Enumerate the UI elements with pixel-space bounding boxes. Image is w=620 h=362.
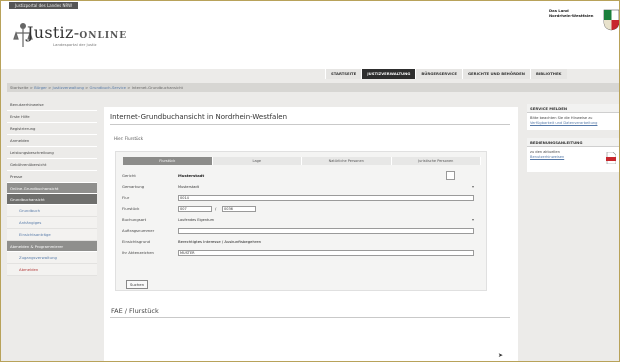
manual-box-link[interactable]: Benutzerhinweisen bbox=[530, 155, 564, 159]
state-name: Das Land Nordrhein-Westfalen bbox=[549, 8, 605, 18]
logo-subtitle: Landesportal der Justiz bbox=[53, 42, 97, 47]
pdf-icon[interactable] bbox=[606, 152, 616, 164]
breadcrumb-item-3[interactable]: Grundbuch-Service bbox=[90, 85, 126, 90]
flurstueck-label: Flurstück bbox=[122, 206, 140, 211]
aktenzeichen-label: Ihr Aktenzeichen bbox=[122, 250, 154, 255]
search-form: Flurstück Lage Natürliche Personen Juris… bbox=[115, 151, 487, 291]
zweck-label: Einsichtsgrund bbox=[122, 239, 151, 244]
nav-justizverwaltung[interactable]: JUSTIZVERWALTUNG bbox=[361, 69, 416, 79]
service-box-link[interactable]: Verfügbarkeit und Datenverarbeitung bbox=[530, 121, 597, 125]
service-box-text: Bitte beachten Sie die Hinweise zu Verfü… bbox=[527, 113, 619, 126]
buchungsart-select[interactable]: Laufendes Eigentum ▾ bbox=[178, 217, 474, 223]
breadcrumb-item-1[interactable]: Bürger bbox=[34, 85, 47, 90]
row-flurstueck: Flurstück 007 / 0036 bbox=[122, 205, 482, 213]
row-auftrag: Auftragsnummer bbox=[122, 227, 482, 235]
result-section-title: FAE / Flurstück bbox=[111, 307, 159, 315]
buchungsart-value: Laufendes Eigentum bbox=[178, 218, 215, 222]
flur-input[interactable]: 0014 bbox=[178, 195, 474, 201]
nrw-crest-icon bbox=[603, 9, 619, 31]
sidebar-group-online[interactable]: Online-Grundbuchansicht bbox=[7, 183, 97, 194]
sidebar-sub-abmelden[interactable]: Abmelden bbox=[7, 264, 97, 276]
sidebar-group-abmelden[interactable]: Abmelden & Programmierer bbox=[7, 241, 97, 252]
sidebar-item-gebuehren[interactable]: Gebührenübersicht bbox=[7, 159, 97, 171]
justiz-online-logo[interactable]: Justiz-ONLINE Landesportal der Justiz bbox=[13, 19, 133, 59]
row-zweck: Einsichtsgrund Berechtigtes Interesse / … bbox=[122, 238, 482, 246]
auftrag-label: Auftragsnummer bbox=[122, 228, 155, 233]
sidebar-item-erste-hilfe[interactable]: Erste Hilfe bbox=[7, 111, 97, 123]
portal-label[interactable]: Justizportal des Landes NRW bbox=[9, 2, 79, 9]
sidebar-item-leistungsbeschreibung[interactable]: Leistungsbeschreibung bbox=[7, 147, 97, 159]
main-content: Internet-Grundbuchansicht in Nordrhein-W… bbox=[104, 107, 518, 361]
manual-box-title: BEDIENUNGSANLEITUNG bbox=[527, 138, 619, 147]
right-column: SERVICE MELDEN Bitte beachten Sie die Hi… bbox=[527, 104, 619, 180]
gemarkung-label: Gemarkung bbox=[122, 184, 145, 189]
sidebar-item-presse[interactable]: Presse bbox=[7, 171, 97, 183]
sidebar-item-anmelden[interactable]: Anmelden bbox=[7, 135, 97, 147]
gericht-lookup-button[interactable] bbox=[446, 171, 455, 180]
sidebar-item-benutzerhinweise[interactable]: Benutzerhinweise bbox=[7, 99, 97, 111]
search-tabs: Flurstück Lage Natürliche Personen Juris… bbox=[123, 157, 481, 165]
flur-label: Flur bbox=[122, 195, 130, 200]
result-divider bbox=[110, 317, 510, 318]
row-gemarkung: Gemarkung Musterstadt ▾ bbox=[122, 183, 482, 191]
browser-frame: Justizportal des Landes NRW Justiz-ONLIN… bbox=[0, 0, 620, 362]
logo-main: Justiz- bbox=[27, 23, 80, 42]
row-buchungsart: Buchungsart Laufendes Eigentum ▾ bbox=[122, 216, 482, 224]
tab-lage[interactable]: Lage bbox=[212, 157, 302, 165]
manual-box-body: zu den aktuellen bbox=[530, 150, 560, 154]
gericht-value: Musterstadt bbox=[178, 173, 205, 178]
zweck-value: Berechtigtes Interesse / Auskunftsbegehr… bbox=[178, 239, 262, 244]
tab-juristische-personen[interactable]: Juristische Personen bbox=[391, 157, 481, 165]
breadcrumb-item-2[interactable]: Justizverwaltung bbox=[53, 85, 84, 90]
gericht-label: Gericht bbox=[122, 173, 136, 178]
service-box-title: SERVICE MELDEN bbox=[527, 104, 619, 113]
breadcrumb-prefix[interactable]: Startseite bbox=[10, 85, 28, 90]
auftrag-input[interactable] bbox=[178, 228, 474, 234]
chevron-down-icon: ▾ bbox=[471, 184, 474, 189]
main-navigation: STARTSEITE JUSTIZVERWALTUNG BÜRGERSERVIC… bbox=[325, 69, 567, 79]
manual-box: BEDIENUNGSANLEITUNG zu den aktuellen Ben… bbox=[527, 138, 619, 172]
gemarkung-select[interactable]: Musterstadt ▾ bbox=[178, 184, 474, 190]
row-gericht: Gericht Musterstadt bbox=[122, 172, 482, 180]
nav-bibliothek[interactable]: BIBLIOTHEK bbox=[529, 69, 567, 79]
chevron-down-icon: ▾ bbox=[471, 217, 474, 222]
flurstueck-von-input[interactable]: 007 bbox=[178, 206, 212, 212]
sidebar-sub-zugangsverwaltung[interactable]: Zugangsverwaltung bbox=[7, 252, 97, 264]
flurstueck-bis-input[interactable]: 0036 bbox=[222, 206, 256, 212]
sidebar-sub-anhaengiges[interactable]: Anhängiges bbox=[7, 217, 97, 229]
nav-startseite[interactable]: STARTSEITE bbox=[325, 69, 362, 79]
page-title: Internet-Grundbuchansicht in Nordrhein-W… bbox=[110, 113, 288, 121]
sidebar-sub-grundbuch[interactable]: Grundbuch bbox=[7, 205, 97, 217]
sidebar-group-grundbuchansicht[interactable]: Grundbuchansicht bbox=[7, 194, 97, 205]
flurstueck-separator: / bbox=[215, 206, 217, 211]
breadcrumb-item-current: Internet-Grundbuchansicht bbox=[131, 85, 183, 90]
site-header: Justizportal des Landes NRW Justiz-ONLIN… bbox=[1, 1, 619, 69]
tab-flurstueck[interactable]: Flurstück bbox=[123, 157, 213, 165]
title-divider bbox=[110, 124, 510, 125]
sidebar-item-registrierung[interactable]: Registrierung bbox=[7, 123, 97, 135]
page-subtitle: Hier: Flurstück bbox=[114, 136, 144, 141]
logo-accent: ONLINE bbox=[79, 31, 128, 41]
service-box: SERVICE MELDEN Bitte beachten Sie die Hi… bbox=[527, 104, 619, 130]
buchungsart-label: Buchungsart bbox=[122, 217, 147, 222]
nav-buergerservice[interactable]: BÜRGERSERVICE bbox=[415, 69, 462, 79]
gemarkung-value: Musterstadt bbox=[178, 185, 199, 189]
state-line-2: Nordrhein-Westfalen bbox=[549, 13, 594, 18]
breadcrumb: Startseite > Bürger > Justizverwaltung >… bbox=[7, 83, 619, 92]
cursor-icon: ➤ bbox=[498, 352, 504, 359]
aktenzeichen-input[interactable]: MUSTER bbox=[178, 250, 474, 256]
sidebar-sub-einsichtsantraege[interactable]: Einsichtsanträge bbox=[7, 229, 97, 241]
row-aktenzeichen: Ihr Aktenzeichen MUSTER bbox=[122, 249, 482, 257]
tab-natuerliche-personen[interactable]: Natürliche Personen bbox=[302, 157, 392, 165]
sidebar: Benutzerhinweise Erste Hilfe Registrieru… bbox=[7, 99, 97, 276]
logo-title: Justiz-ONLINE bbox=[27, 23, 127, 42]
row-flur: Flur 0014 bbox=[122, 194, 482, 202]
search-button[interactable]: Suchen bbox=[126, 280, 148, 289]
nav-gerichte-behoerden[interactable]: GERICHTE UND BEHÖRDEN bbox=[461, 69, 530, 79]
service-box-body: Bitte beachten Sie die Hinweise zu bbox=[530, 116, 593, 120]
